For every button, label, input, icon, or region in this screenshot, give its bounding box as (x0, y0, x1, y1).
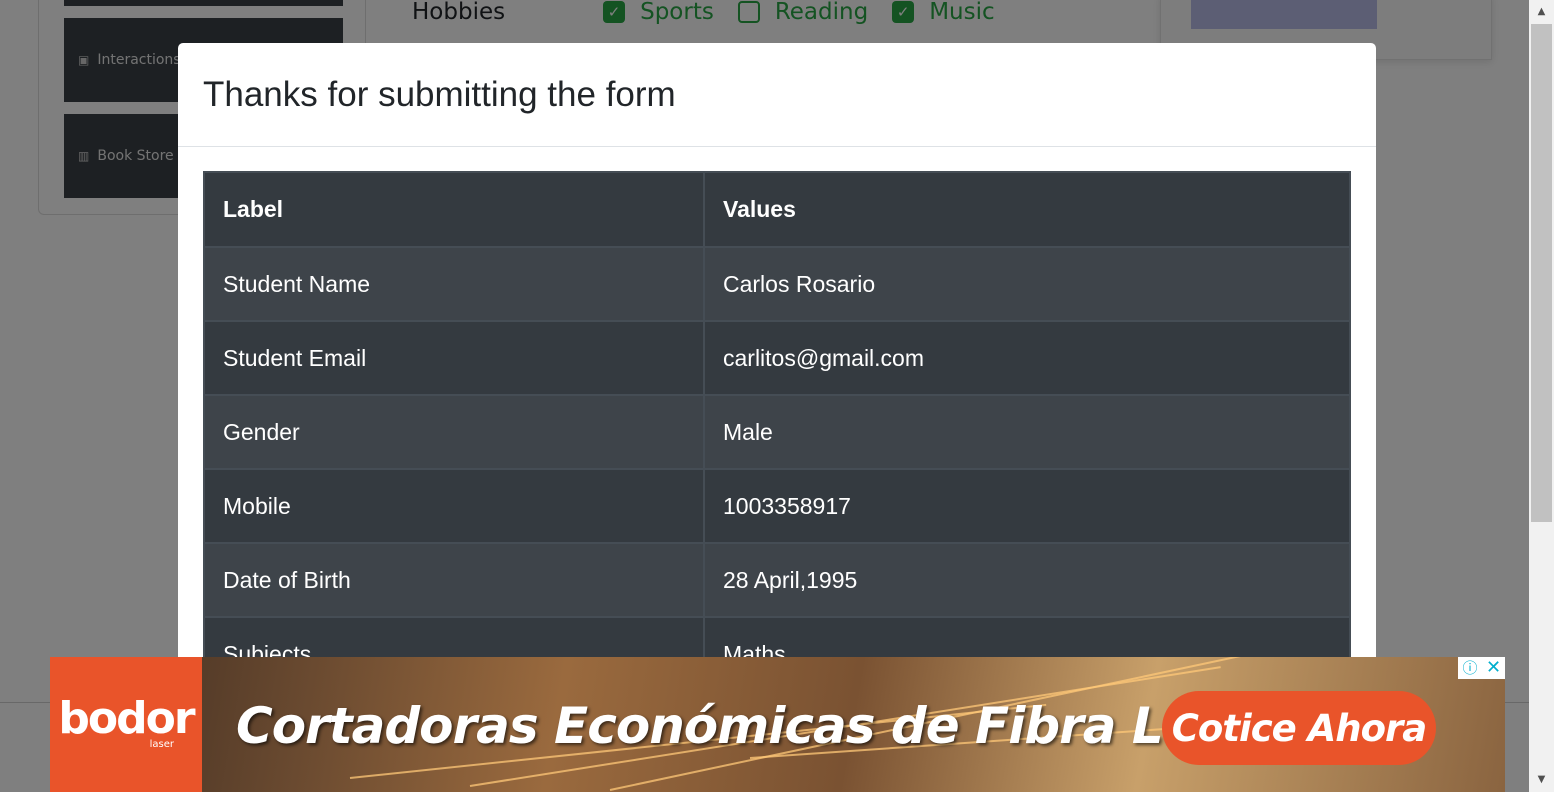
submission-table: Label Values Student Name Carlos Rosario… (203, 171, 1351, 692)
row-label: Gender (203, 394, 705, 470)
row-value: Male (703, 394, 1351, 470)
ad-cta-button[interactable]: Cotice Ahora (1162, 691, 1436, 765)
table-row: Student Email carlitos@gmail.com (203, 320, 1351, 396)
page-scrollbar[interactable]: ▲ ▼ (1529, 0, 1554, 792)
column-header-label: Label (203, 171, 705, 248)
scrollbar-thumb[interactable] (1531, 24, 1552, 522)
ad-headline[interactable]: Cortadoras Económicas de Fibra Láser (236, 697, 1282, 755)
row-label: Student Email (203, 320, 705, 396)
row-label: Mobile (203, 468, 705, 544)
row-value: 28 April,1995 (703, 542, 1351, 618)
ad-brand-name: bodor (58, 693, 195, 744)
modal-title: Thanks for submitting the form (203, 74, 676, 114)
modal-body: Label Values Student Name Carlos Rosario… (178, 147, 1376, 692)
row-label: Date of Birth (203, 542, 705, 618)
row-value: carlitos@gmail.com (703, 320, 1351, 396)
ad-brand-logo[interactable]: bodor laser (50, 657, 202, 792)
modal-header: Thanks for submitting the form (178, 43, 1376, 147)
table-row: Gender Male (203, 394, 1351, 470)
ad-close-icon[interactable]: ✕ (1482, 657, 1505, 679)
ad-info-icon[interactable]: ⓘ (1458, 657, 1482, 679)
ad-banner[interactable]: bodor laser Cortadoras Económicas de Fib… (50, 657, 1505, 792)
ad-brand-sub: laser (149, 739, 174, 750)
row-label: Student Name (203, 246, 705, 322)
table-row: Mobile 1003358917 (203, 468, 1351, 544)
table-header-row: Label Values (203, 171, 1351, 248)
row-value: 1003358917 (703, 468, 1351, 544)
table-row: Date of Birth 28 April,1995 (203, 542, 1351, 618)
scroll-down-icon[interactable]: ▼ (1529, 770, 1554, 790)
column-header-values: Values (703, 171, 1351, 248)
table-row: Student Name Carlos Rosario (203, 246, 1351, 322)
scroll-up-icon[interactable]: ▲ (1529, 2, 1554, 22)
row-value: Carlos Rosario (703, 246, 1351, 322)
